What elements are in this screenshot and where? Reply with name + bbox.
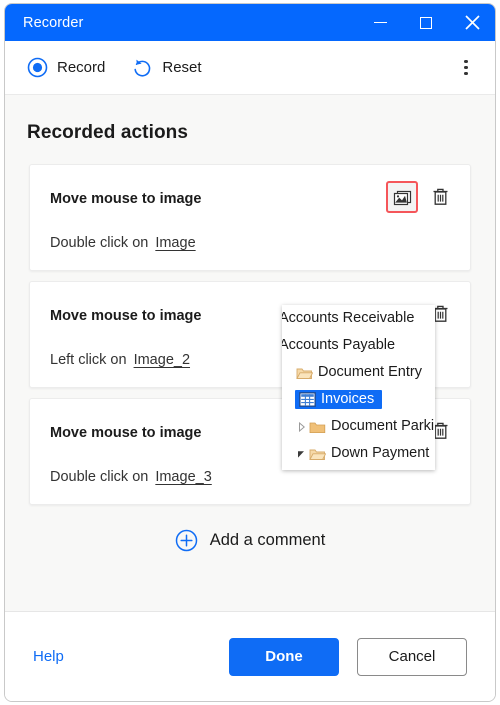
dialog-footer: Help Done Cancel [5, 611, 495, 701]
tree-item[interactable]: Down Payment [282, 440, 435, 467]
record-button[interactable]: Record [19, 50, 113, 86]
table-icon [298, 392, 317, 407]
action-verb: Double click on [50, 469, 149, 485]
action-description: Double click on Image [50, 235, 196, 251]
action-title: Move mouse to image [50, 425, 202, 441]
page-title: Recorded actions [27, 122, 189, 143]
command-bar: Record Reset [5, 41, 495, 95]
record-label: Record [57, 59, 106, 76]
action-target-link[interactable]: Image_2 [134, 352, 190, 368]
action-card-buttons [386, 181, 456, 213]
undo-arrow-icon [134, 59, 151, 77]
action-target-link[interactable]: Image_3 [155, 469, 211, 485]
title-bar: Recorder [5, 4, 495, 41]
more-vertical-icon-dot2 [464, 65, 468, 70]
footer-buttons: Done Cancel [229, 637, 467, 676]
action-target-link[interactable]: Image [155, 235, 195, 251]
image-preview-popup: Accounts Receivable Accounts Payable Doc… [282, 305, 435, 470]
plus-circle-icon [175, 529, 197, 552]
chevron-down-icon[interactable] [295, 449, 308, 459]
action-card[interactable]: Move mouse to image Double click on Imag… [29, 164, 471, 271]
window-controls [357, 4, 495, 41]
tree-item-selected: Invoices [295, 390, 383, 409]
tree-item-label: Accounts Receivable [282, 310, 415, 327]
recorder-window: Recorder Record Reset Recorded actions M… [4, 3, 496, 702]
done-button[interactable]: Done [229, 637, 339, 676]
record-circle-icon [27, 57, 48, 78]
show-image-button[interactable] [386, 181, 418, 213]
close-button[interactable] [449, 4, 495, 41]
tree-item[interactable]: Invoices [282, 386, 435, 413]
folder-icon [308, 420, 327, 434]
maximize-icon [420, 16, 432, 29]
more-vertical-icon [464, 59, 468, 63]
help-link[interactable]: Help [33, 648, 64, 665]
tree-item-label: Invoices [321, 391, 375, 408]
tree-item-label: Down Payment [331, 445, 430, 462]
action-description: Left click on Image_2 [50, 352, 190, 368]
reset-button[interactable]: Reset [123, 50, 209, 86]
chevron-right-icon[interactable] [295, 421, 308, 432]
delete-action-button[interactable] [424, 181, 456, 213]
tree-item-label: Document Entry [318, 364, 422, 381]
folder-open-icon [295, 366, 314, 380]
tree-item[interactable]: Document Parkin [282, 413, 435, 440]
action-title: Move mouse to image [50, 191, 202, 207]
tree-item[interactable]: Down Paymen [282, 467, 435, 470]
tree-item[interactable]: Document Entry [282, 359, 435, 386]
folder-open-icon [308, 447, 327, 461]
window-title: Recorder [23, 14, 84, 31]
trash-icon [433, 188, 447, 205]
maximize-button[interactable] [403, 4, 449, 41]
minimize-icon [373, 21, 387, 24]
close-icon [464, 15, 480, 30]
image-thumbnail-icon [393, 190, 411, 205]
minimize-button[interactable] [357, 4, 403, 41]
cancel-button[interactable]: Cancel [357, 637, 467, 676]
more-vertical-icon-dot3 [464, 72, 468, 76]
tree-item-label: Accounts Payable [282, 337, 396, 354]
add-comment-button[interactable]: Add a comment [5, 529, 495, 552]
more-options-button[interactable] [451, 53, 481, 83]
tree-item-label: Document Parkin [331, 418, 435, 435]
content-area: Recorded actions Move mouse to image Dou… [5, 95, 495, 611]
tree-item[interactable]: Accounts Payable [282, 332, 435, 359]
tree-item[interactable]: Accounts Receivable [282, 305, 435, 332]
action-verb: Left click on [50, 352, 127, 368]
action-description: Double click on Image_3 [50, 469, 212, 485]
add-comment-label: Add a comment [209, 531, 326, 549]
reset-label: Reset [162, 59, 202, 76]
action-verb: Double click on [50, 235, 149, 251]
action-title: Move mouse to image [50, 308, 202, 324]
